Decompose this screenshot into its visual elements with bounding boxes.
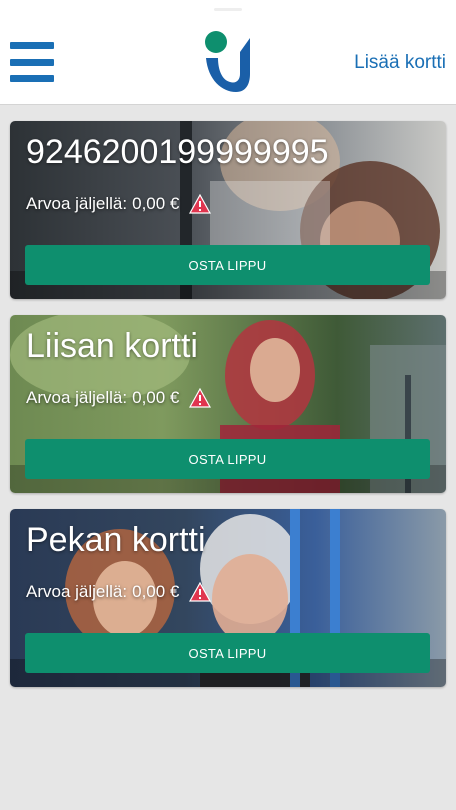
card-title: 9246200199999995 [26,133,329,171]
balance-label: Arvoa jäljellä: [26,582,128,601]
balance-value: 0,00 € [132,388,180,407]
buy-ticket-button[interactable]: OSTA LIPPU [25,245,430,285]
hamburger-menu-icon[interactable] [10,42,54,82]
balance-label: Arvoa jäljellä: [26,194,128,213]
balance-label: Arvoa jäljellä: [26,388,128,407]
app-header: Lisää kortti [0,0,456,105]
card-title: Liisan kortti [26,327,198,365]
balance-row: Arvoa jäljellä: 0,00 € [26,194,212,214]
card-list: 9246200199999995 Arvoa jäljellä: 0,00 € … [10,121,446,703]
balance-row: Arvoa jäljellä: 0,00 € [26,388,212,408]
buy-ticket-button[interactable]: OSTA LIPPU [25,633,430,673]
card-item[interactable]: Liisan kortti Arvoa jäljellä: 0,00 € OST… [10,315,446,493]
warning-triangle-icon [189,194,212,214]
add-card-link[interactable]: Lisää kortti [354,52,446,74]
warning-triangle-icon [189,388,212,408]
balance-value: 0,00 € [132,582,180,601]
balance-value: 0,00 € [132,194,180,213]
app-logo [205,31,250,92]
balance-row: Arvoa jäljellä: 0,00 € [26,582,212,602]
card-title: Pekan kortti [26,521,206,559]
card-item[interactable]: Pekan kortti Arvoa jäljellä: 0,00 € OSTA… [10,509,446,687]
card-item[interactable]: 9246200199999995 Arvoa jäljellä: 0,00 € … [10,121,446,299]
status-indicator [214,8,242,11]
buy-ticket-button[interactable]: OSTA LIPPU [25,439,430,479]
warning-triangle-icon [189,582,212,602]
